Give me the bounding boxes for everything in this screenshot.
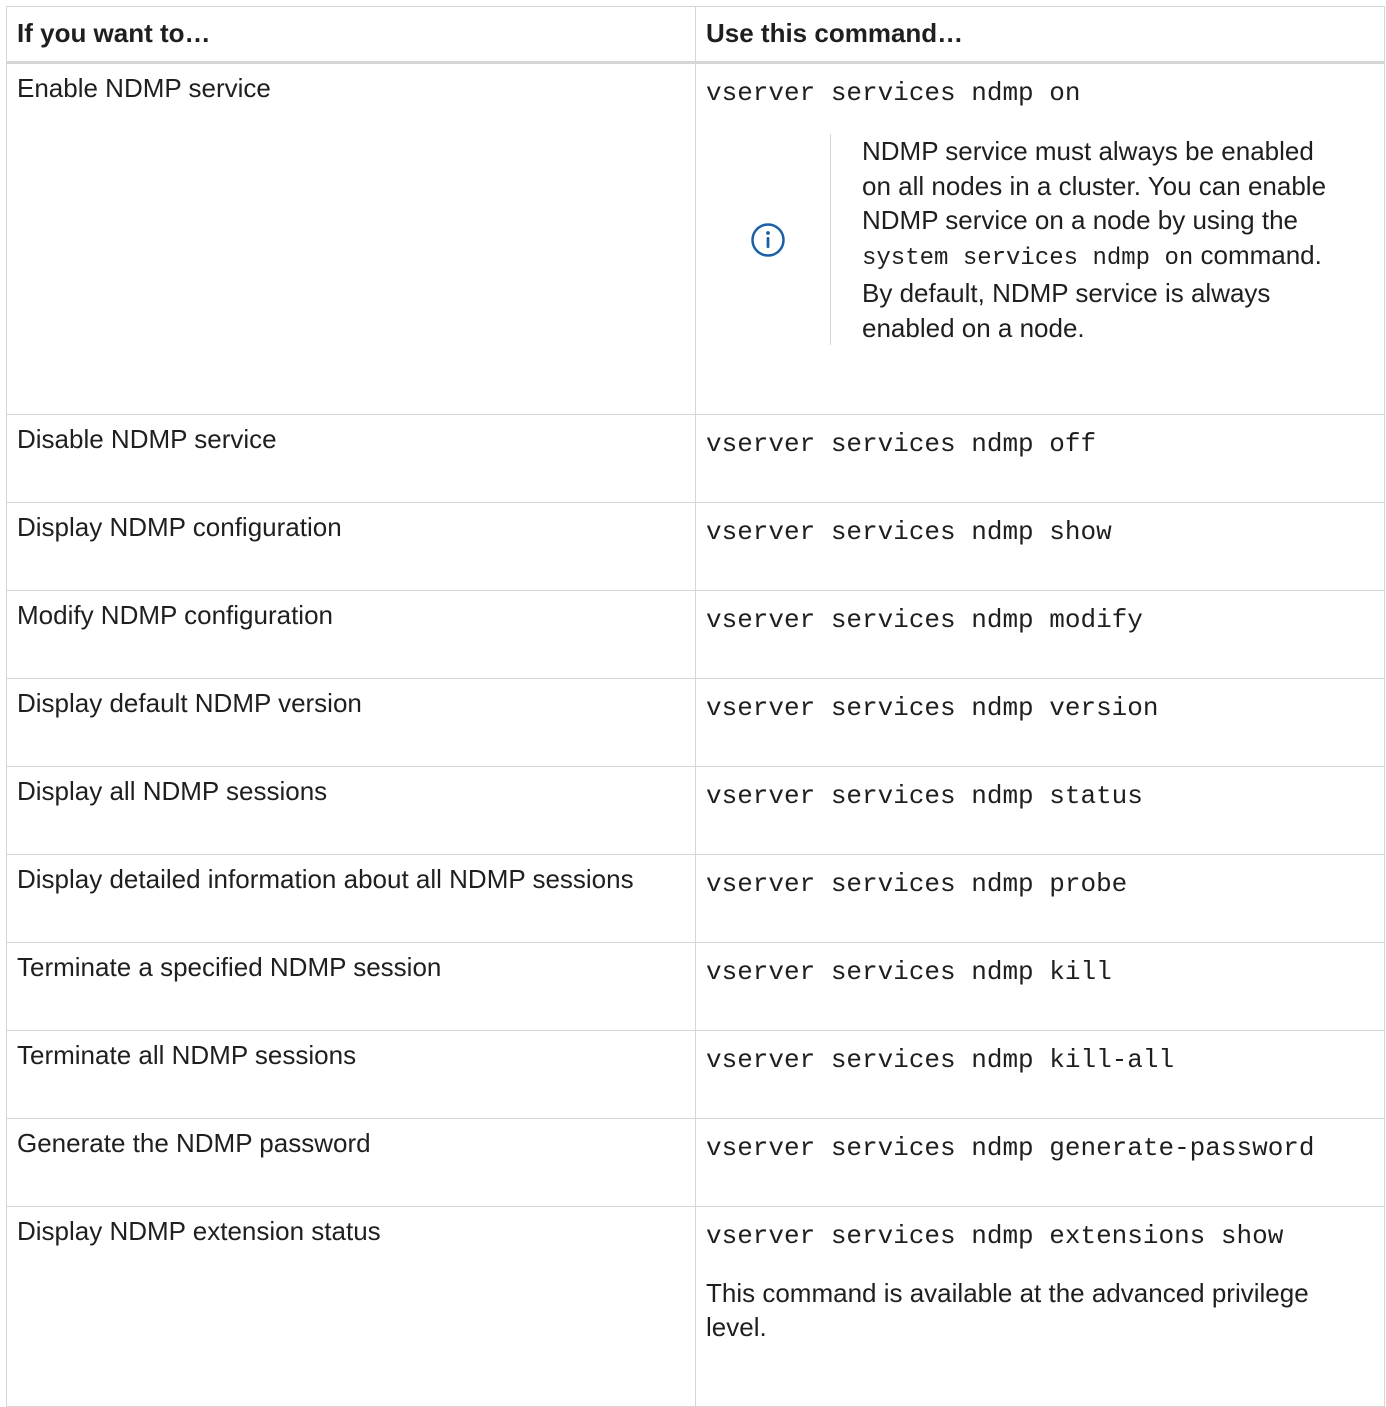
command-code: vserver services ndmp version [706, 693, 1159, 723]
command-code: vserver services ndmp kill-all [706, 1045, 1175, 1075]
command-code: vserver services ndmp show [706, 517, 1112, 547]
info-icon [751, 222, 785, 257]
table-row: Generate the NDMP password vserver servi… [6, 1118, 1385, 1207]
command-cell: vserver services ndmp off [695, 414, 1385, 503]
header-command: Use this command… [695, 6, 1385, 64]
command-cell: vserver services ndmp extensions show Th… [695, 1206, 1385, 1407]
command-code: vserver services ndmp generate-password [706, 1133, 1315, 1163]
command-cell: vserver services ndmp status [695, 766, 1385, 855]
want-cell: Display NDMP extension status [6, 1206, 696, 1407]
command-cell: vserver services ndmp on NDMP service mu… [695, 62, 1385, 415]
command-code: vserver services ndmp extensions show [706, 1221, 1284, 1251]
command-code: vserver services ndmp on [706, 78, 1081, 108]
want-cell: Display detailed information about all N… [6, 854, 696, 943]
command-cell: vserver services ndmp kill [695, 942, 1385, 1031]
table-row: Terminate all NDMP sessions vserver serv… [6, 1030, 1385, 1119]
table-row: Display NDMP extension status vserver se… [6, 1206, 1385, 1407]
note-inline-code: system services ndmp on [862, 244, 1194, 272]
command-code: vserver services ndmp off [706, 429, 1097, 459]
command-cell: vserver services ndmp kill-all [695, 1030, 1385, 1119]
want-cell: Generate the NDMP password [6, 1118, 696, 1207]
command-description: This command is available at the advance… [706, 1278, 1309, 1342]
table-row: Modify NDMP configuration vserver servic… [6, 590, 1385, 679]
want-cell: Display NDMP configuration [6, 502, 696, 591]
command-cell: vserver services ndmp show [695, 502, 1385, 591]
command-code: vserver services ndmp status [706, 781, 1143, 811]
table-row: Display NDMP configuration vserver servi… [6, 502, 1385, 591]
table-row: Display all NDMP sessions vserver servic… [6, 766, 1385, 855]
note-text: NDMP service must always be enabled on a… [831, 134, 1342, 345]
command-cell: vserver services ndmp generate-password [695, 1118, 1385, 1207]
table-row: Terminate a specified NDMP session vserv… [6, 942, 1385, 1031]
command-table: If you want to… Use this command… Enable… [6, 6, 1385, 1407]
command-code: vserver services ndmp modify [706, 605, 1143, 635]
header-want: If you want to… [6, 6, 696, 64]
table-row: Enable NDMP service vserver services ndm… [6, 62, 1385, 415]
info-note: NDMP service must always be enabled on a… [706, 134, 1374, 345]
note-icon-wrap [706, 222, 830, 257]
want-cell: Terminate all NDMP sessions [6, 1030, 696, 1119]
command-code: vserver services ndmp kill [706, 957, 1112, 987]
want-cell: Disable NDMP service [6, 414, 696, 503]
command-cell: vserver services ndmp probe [695, 854, 1385, 943]
command-cell: vserver services ndmp version [695, 678, 1385, 767]
table-header-row: If you want to… Use this command… [6, 6, 1385, 64]
want-cell: Modify NDMP configuration [6, 590, 696, 679]
command-code: vserver services ndmp probe [706, 869, 1128, 899]
table-row: Display detailed information about all N… [6, 854, 1385, 943]
table-row: Disable NDMP service vserver services nd… [6, 414, 1385, 503]
note-text-before: NDMP service must always be enabled on a… [862, 136, 1327, 235]
want-cell: Display default NDMP version [6, 678, 696, 767]
command-cell: vserver services ndmp modify [695, 590, 1385, 679]
table-row: Display default NDMP version vserver ser… [6, 678, 1385, 767]
want-cell: Terminate a specified NDMP session [6, 942, 696, 1031]
want-cell: Enable NDMP service [6, 62, 696, 415]
want-cell: Display all NDMP sessions [6, 766, 696, 855]
